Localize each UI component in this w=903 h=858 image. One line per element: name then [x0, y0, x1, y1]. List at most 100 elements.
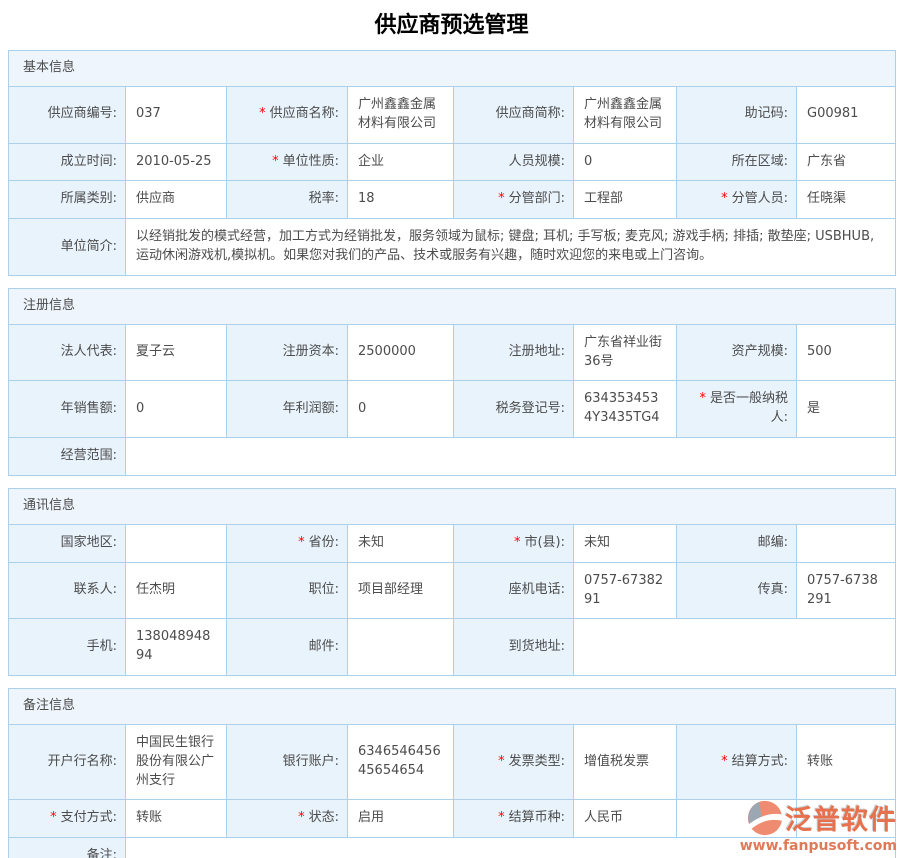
field-label: 经营范围: [9, 438, 126, 476]
required-asterisk: * [699, 391, 706, 406]
field-value: 人民币 [574, 800, 677, 838]
empty-cell [677, 800, 797, 838]
section-title: 通讯信息 [9, 488, 896, 524]
field-label: 联系人: [9, 562, 126, 619]
required-asterisk: * [498, 191, 505, 206]
field-label: 职位: [227, 562, 348, 619]
field-row: 手机:13804894894邮件:到货地址: [9, 619, 896, 676]
required-asterisk: * [298, 535, 305, 550]
section-title: 备注信息 [9, 689, 896, 725]
field-label: *单位性质: [227, 143, 348, 181]
required-asterisk: * [298, 810, 305, 825]
field-value: 0 [574, 143, 677, 181]
field-row: 单位简介:以经销批发的模式经营，加工方式为经销批发，服务领域为鼠标; 键盘; 耳… [9, 219, 896, 276]
field-label: 注册资本: [227, 324, 348, 381]
field-value: 0 [126, 381, 227, 438]
required-asterisk: * [721, 191, 728, 206]
field-value [126, 524, 227, 562]
section-table: 备注信息开户行名称:中国民生银行股份有限公广州支行银行账户:6346546456… [8, 688, 896, 858]
field-label: *分管部门: [454, 181, 574, 219]
field-value: 18 [348, 181, 454, 219]
field-label: 邮编: [677, 524, 797, 562]
required-asterisk: * [514, 535, 521, 550]
field-value [797, 524, 896, 562]
field-value: 0757-6738291 [574, 562, 677, 619]
field-value: 13804894894 [126, 619, 227, 676]
field-value: 增值税发票 [574, 724, 677, 800]
field-value: 2500000 [348, 324, 454, 381]
field-row: 备注: [9, 838, 896, 858]
field-row: 法人代表:夏子云注册资本:2500000注册地址:广东省祥业街36号资产规模:5… [9, 324, 896, 381]
page-title: 供应商预选管理 [0, 0, 903, 50]
field-value: G00981 [797, 86, 896, 143]
field-label: 供应商编号: [9, 86, 126, 143]
section-table: 通讯信息国家地区:*省份:未知*市(县):未知邮编:联系人:任杰明职位:项目部经… [8, 488, 896, 676]
field-label: 税务登记号: [454, 381, 574, 438]
field-value: 广东省 [797, 143, 896, 181]
field-label: 供应商简称: [454, 86, 574, 143]
field-value: 6343534534Y3435TG4 [574, 381, 677, 438]
field-row: 国家地区:*省份:未知*市(县):未知邮编: [9, 524, 896, 562]
field-row: 年销售额:0年利润额:0税务登记号:6343534534Y3435TG4*是否一… [9, 381, 896, 438]
field-row: 开户行名称:中国民生银行股份有限公广州支行银行账户:63465464564565… [9, 724, 896, 800]
field-label: 年销售额: [9, 381, 126, 438]
field-value [126, 438, 896, 476]
field-label: 到货地址: [454, 619, 574, 676]
required-asterisk: * [498, 754, 505, 769]
field-value: 广东省祥业街36号 [574, 324, 677, 381]
section-table: 注册信息法人代表:夏子云注册资本:2500000注册地址:广东省祥业街36号资产… [8, 288, 896, 476]
section-title: 基本信息 [9, 51, 896, 87]
field-value: 企业 [348, 143, 454, 181]
required-asterisk: * [50, 810, 57, 825]
field-label: 所属类别: [9, 181, 126, 219]
required-asterisk: * [259, 106, 266, 121]
empty-cell [797, 800, 896, 838]
field-label: 座机电话: [454, 562, 574, 619]
field-value: 2010-05-25 [126, 143, 227, 181]
field-label: *是否一般纳税人: [677, 381, 797, 438]
field-value: 转账 [797, 724, 896, 800]
field-value: 未知 [348, 524, 454, 562]
field-label: 人员规模: [454, 143, 574, 181]
field-label: *省份: [227, 524, 348, 562]
field-value: 以经销批发的模式经营，加工方式为经销批发，服务领域为鼠标; 键盘; 耳机; 手写… [126, 219, 896, 276]
field-value: 634654645645654654 [348, 724, 454, 800]
field-row: 成立时间:2010-05-25*单位性质:企业人员规模:0所在区域:广东省 [9, 143, 896, 181]
field-value: 任晓渠 [797, 181, 896, 219]
field-label: *发票类型: [454, 724, 574, 800]
field-label: *状态: [227, 800, 348, 838]
section-table: 基本信息供应商编号:037*供应商名称:广州鑫鑫金属材料有限公司供应商简称:广州… [8, 50, 896, 276]
field-value: 0 [348, 381, 454, 438]
field-value [348, 619, 454, 676]
field-value [126, 838, 896, 858]
field-label: 资产规模: [677, 324, 797, 381]
field-label: *供应商名称: [227, 86, 348, 143]
field-label: 税率: [227, 181, 348, 219]
field-label: 成立时间: [9, 143, 126, 181]
required-asterisk: * [498, 810, 505, 825]
field-row: *支付方式:转账*状态:启用*结算币种:人民币 [9, 800, 896, 838]
field-label: *分管人员: [677, 181, 797, 219]
field-label: 助记码: [677, 86, 797, 143]
required-asterisk: * [272, 154, 279, 169]
field-value: 夏子云 [126, 324, 227, 381]
field-label: 传真: [677, 562, 797, 619]
field-value: 项目部经理 [348, 562, 454, 619]
field-label: 银行账户: [227, 724, 348, 800]
section-title: 注册信息 [9, 288, 896, 324]
field-value: 广州鑫鑫金属材料有限公司 [348, 86, 454, 143]
field-label: *结算方式: [677, 724, 797, 800]
field-label: 法人代表: [9, 324, 126, 381]
field-label: 年利润额: [227, 381, 348, 438]
field-label: 备注: [9, 838, 126, 858]
field-label: 国家地区: [9, 524, 126, 562]
field-value: 工程部 [574, 181, 677, 219]
required-asterisk: * [721, 754, 728, 769]
field-label: *支付方式: [9, 800, 126, 838]
field-row: 所属类别:供应商税率:18*分管部门:工程部*分管人员:任晓渠 [9, 181, 896, 219]
field-row: 供应商编号:037*供应商名称:广州鑫鑫金属材料有限公司供应商简称:广州鑫鑫金属… [9, 86, 896, 143]
field-label: 注册地址: [454, 324, 574, 381]
field-value: 500 [797, 324, 896, 381]
field-row: 联系人:任杰明职位:项目部经理座机电话:0757-6738291传真:0757-… [9, 562, 896, 619]
field-value: 037 [126, 86, 227, 143]
